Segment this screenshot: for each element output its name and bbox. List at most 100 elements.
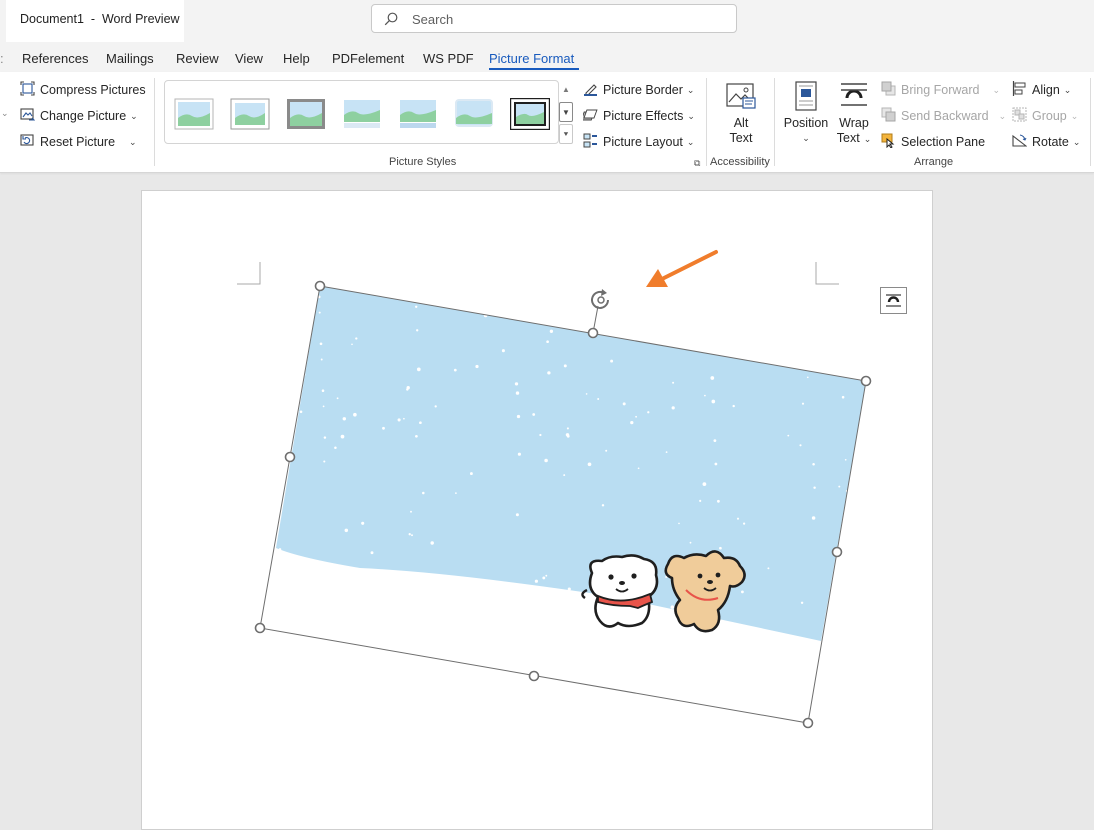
tab-overflow[interactable]: : (0, 51, 4, 66)
snowflake (319, 342, 323, 346)
ribbon: ⌄ Compress Pictures Change Picture ⌄ Rese… (0, 72, 1094, 173)
chevron-down-icon: ⌄ (1070, 110, 1079, 121)
snowflake (806, 376, 809, 379)
snowflake (563, 364, 567, 368)
gallery-scroll-down-icon[interactable]: ▼ (559, 102, 573, 122)
picture-style-thumbnail[interactable] (454, 98, 494, 130)
snowflake (567, 587, 571, 591)
position-button[interactable]: Position ⌄ (782, 80, 830, 146)
chevron-down-icon: ⌄ (1063, 84, 1072, 95)
snowflake (370, 551, 374, 555)
snowflake (710, 376, 715, 380)
reset-picture-button[interactable]: Reset Picture ⌄ (20, 133, 137, 151)
snowflake (299, 410, 303, 414)
search-box[interactable]: Search (371, 4, 737, 33)
picture-style-thumbnail[interactable] (230, 98, 270, 130)
snowflake (455, 492, 457, 494)
picture-layout-button[interactable]: Picture Layout ⌄ (583, 133, 694, 151)
snowflake (320, 358, 323, 361)
position-label: Position (783, 116, 829, 130)
change-picture-icon (20, 107, 36, 125)
snowflake (787, 434, 790, 437)
snowflake (355, 337, 358, 340)
tab-references[interactable]: References (22, 51, 88, 66)
dialog-launcher-icon[interactable]: ⧉ (694, 158, 700, 169)
rotate-button[interactable]: Rotate ⌄ (1012, 133, 1080, 151)
send-backward-button[interactable]: Send Backward ⌄ (881, 107, 1006, 125)
snowflake (799, 444, 802, 447)
snowflake (637, 467, 640, 470)
change-picture-button[interactable]: Change Picture ⌄ (20, 107, 138, 125)
snowflake (714, 462, 718, 466)
picture-effects-button[interactable]: Picture Effects ⌄ (580, 107, 695, 125)
snowflake (630, 420, 634, 425)
snowflake (549, 329, 554, 333)
snowflake (566, 427, 569, 430)
group-button[interactable]: Group ⌄ (1012, 107, 1078, 125)
picture-style-thumbnail[interactable] (342, 98, 382, 130)
tab-picture-format[interactable]: Picture Format (489, 51, 574, 66)
snowflake (434, 405, 437, 408)
compress-pictures-button[interactable]: Compress Pictures (20, 81, 146, 99)
tab-mailings[interactable]: Mailings (106, 51, 154, 66)
align-button[interactable]: Align ⌄ (1012, 81, 1071, 99)
snowflake (543, 607, 547, 611)
snowflake (406, 388, 409, 391)
snowflake (601, 504, 605, 507)
snowflake (419, 421, 422, 425)
snowflake (334, 446, 337, 450)
picture-style-thumbnail-selected[interactable] (509, 97, 551, 131)
chevron-down-icon: ⌄ (863, 134, 872, 144)
picture-border-button[interactable]: Picture Border ⌄ (583, 81, 694, 99)
collapsed-group-chevron-icon[interactable]: ⌄ (1, 108, 9, 119)
rotate-label: Rotate (1032, 135, 1069, 149)
snowflake (689, 541, 692, 544)
window-title: Document1 - Word Preview (20, 12, 180, 26)
wrap-text-label-line2: Text (836, 131, 860, 145)
snowflake (547, 371, 551, 375)
snowflake (711, 399, 716, 404)
snowflake (501, 349, 505, 353)
snowflake (719, 546, 722, 550)
bring-forward-button[interactable]: Bring Forward ⌄ (881, 81, 1000, 99)
alt-text-button[interactable]: Alt Text (718, 80, 764, 146)
picture-style-thumbnail[interactable] (398, 98, 438, 130)
chevron-down-icon: ⌄ (686, 84, 695, 95)
snowflake (605, 449, 608, 452)
alt-text-label-line1: Alt (733, 116, 749, 130)
bring-forward-icon (881, 81, 896, 99)
snowflake (844, 458, 847, 461)
picture-layout-icon (583, 133, 598, 151)
picture-layout-label: Picture Layout (603, 135, 683, 149)
search-icon (384, 12, 398, 26)
snowflake (410, 510, 412, 513)
layout-options-button[interactable] (880, 287, 907, 314)
snowflake (475, 364, 479, 369)
selection-pane-button[interactable]: Selection Pane (881, 133, 985, 151)
gallery-scroll-up-icon[interactable]: ▲ (559, 80, 573, 100)
snowflake (563, 474, 566, 477)
tab-ws-pdf[interactable]: WS PDF (423, 51, 474, 66)
snowflake (397, 418, 401, 422)
wrap-text-button[interactable]: Wrap Text ⌄ (834, 80, 874, 147)
gallery-more-icon[interactable]: ⯆ (559, 124, 573, 144)
selection-pane-label: Selection Pane (901, 135, 986, 149)
group-divider (154, 78, 155, 166)
snowflake (671, 406, 675, 410)
tab-help[interactable]: Help (283, 51, 310, 66)
chevron-down-icon: ⌄ (802, 133, 810, 143)
picture-style-thumbnail[interactable] (286, 98, 326, 130)
compress-pictures-icon (20, 81, 35, 99)
tab-view[interactable]: View (235, 51, 263, 66)
snowflake (566, 434, 570, 438)
snowflake (364, 592, 368, 596)
snowflake (635, 415, 637, 418)
snowflake (532, 413, 536, 416)
picture-style-thumbnail[interactable] (174, 98, 214, 130)
tab-pdfelement[interactable]: PDFelement (332, 51, 404, 66)
snowflake (351, 343, 353, 346)
tab-review[interactable]: Review (176, 51, 219, 66)
snowflake (767, 567, 770, 570)
compress-pictures-label: Compress Pictures (40, 83, 146, 97)
snowflake (544, 458, 548, 463)
